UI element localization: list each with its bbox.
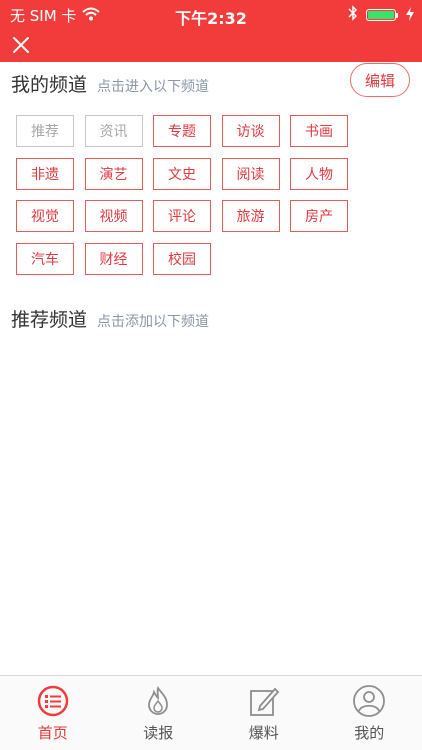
tab-3[interactable]: 我的	[317, 676, 422, 750]
close-icon[interactable]	[10, 34, 32, 56]
recommended-header: 推荐频道 点击添加以下频道	[11, 305, 209, 332]
channel-tag[interactable]: 评论	[153, 200, 211, 232]
header-bar: 无 SIM 卡 下午2:32	[0, 0, 422, 62]
channel-tag[interactable]: 非遗	[16, 157, 74, 190]
channel-tag[interactable]: 文史	[153, 157, 211, 190]
channel-tag[interactable]: 人物	[290, 157, 348, 190]
channel-tag[interactable]: 专题	[153, 115, 211, 147]
channel-tag[interactable]: 校园	[153, 242, 211, 275]
bluetooth-icon	[348, 5, 358, 25]
bottom-tab-bar: 首页 读报 爆料 我的	[0, 675, 422, 750]
my-channels-title: 我的频道	[11, 74, 88, 96]
tab-label: 读报	[143, 724, 174, 742]
my-channels-hint: 点击进入以下频道	[97, 79, 210, 95]
channel-tag[interactable]: 财经	[84, 242, 143, 275]
tab-2[interactable]: 爆料	[211, 676, 317, 750]
recommended-title: 推荐频道	[11, 309, 88, 331]
battery-body	[366, 9, 396, 21]
battery-icon	[366, 9, 398, 21]
tab-0[interactable]: 首页	[0, 676, 106, 750]
list-circle-icon	[36, 684, 70, 718]
tab-1[interactable]: 读报	[106, 676, 212, 750]
channel-manager-screen: 无 SIM 卡 下午2:32 我的频道 点击进入以下频道 编辑 推荐 资讯 专题…	[0, 0, 422, 750]
channel-tag[interactable]: 视频	[84, 200, 143, 232]
channel-tag[interactable]: 房产	[290, 200, 348, 232]
channel-tag[interactable]: 旅游	[221, 200, 280, 232]
channel-tag[interactable]: 书画	[290, 115, 348, 147]
my-channels-header: 我的频道 点击进入以下频道	[11, 70, 209, 97]
user-profile-icon	[352, 684, 386, 718]
battery-fill	[368, 11, 394, 19]
channel-tag[interactable]: 资讯	[84, 115, 143, 147]
channel-tag[interactable]: 演艺	[84, 157, 143, 190]
charging-icon	[406, 6, 414, 25]
channel-tag[interactable]: 视觉	[16, 200, 74, 232]
channel-tag[interactable]: 阅读	[221, 157, 280, 190]
edit-button[interactable]: 编辑	[350, 63, 410, 97]
tab-label: 首页	[37, 724, 68, 742]
edit-note-icon	[247, 684, 281, 718]
channel-tag[interactable]: 推荐	[16, 115, 74, 147]
status-right	[348, 5, 414, 25]
channel-tag[interactable]: 访谈	[221, 115, 280, 147]
recommended-hint: 点击添加以下频道	[97, 314, 210, 330]
battery-cap	[396, 12, 398, 18]
flame-icon	[141, 684, 175, 718]
tab-label: 我的	[354, 724, 385, 742]
channel-tag[interactable]: 汽车	[16, 242, 74, 275]
tab-label: 爆料	[248, 724, 279, 742]
